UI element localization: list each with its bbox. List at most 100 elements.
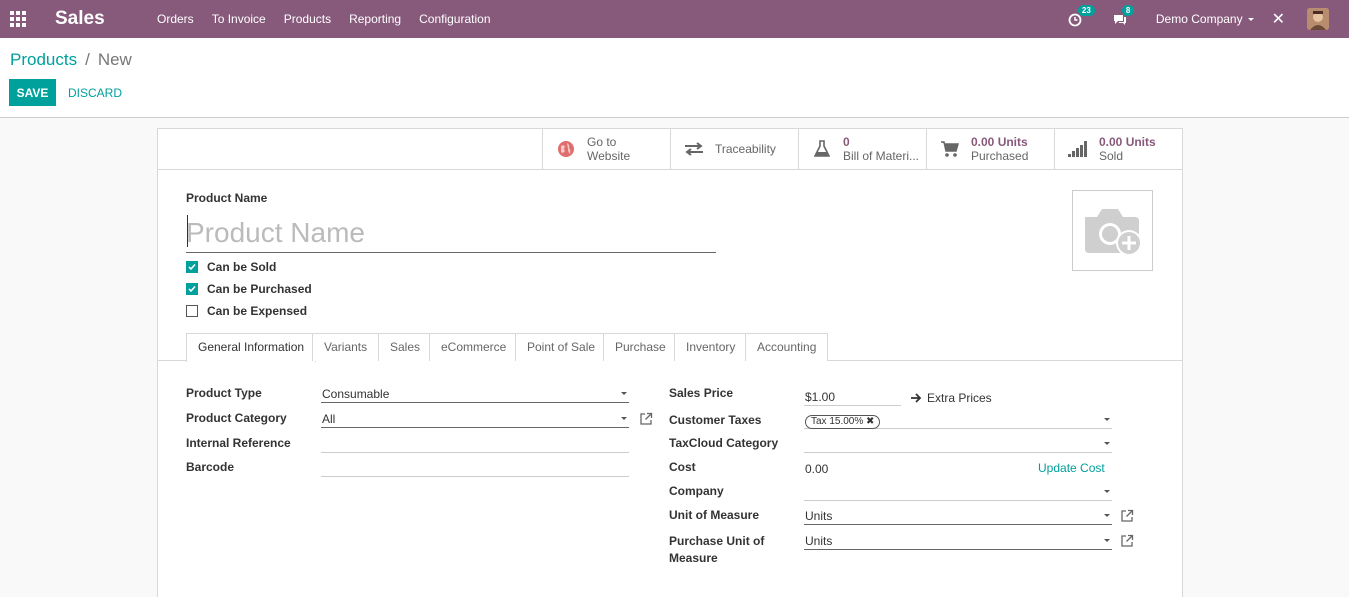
product-form-sheet: Go to Website Traceability 0 Bill of Mater… (157, 128, 1183, 597)
product-type-select[interactable]: Consumable (321, 385, 629, 403)
chevron-down-icon (1104, 514, 1110, 517)
control-panel: Products / New SAVE DISCARD (0, 38, 1349, 118)
tab-ecommerce[interactable]: eCommerce (429, 333, 519, 361)
purchase-unit-of-measure-label: Purchase Unit of Measure (669, 533, 764, 567)
cart-icon (939, 139, 961, 159)
chevron-down-icon (1104, 490, 1110, 493)
activity-badge: 23 (1077, 5, 1095, 16)
breadcrumb-current: New (97, 50, 132, 69)
save-button[interactable]: SAVE (9, 79, 56, 106)
unit-of-measure-label: Unit of Measure (669, 508, 760, 522)
can-be-sold-checkbox[interactable] (186, 261, 198, 273)
arrow-right-icon (911, 393, 922, 403)
product-name-input[interactable] (186, 213, 716, 253)
menu-configuration[interactable]: Configuration (419, 12, 490, 26)
product-image-upload[interactable] (1072, 190, 1153, 271)
go-to-website-button[interactable]: Go to Website (542, 129, 670, 169)
tab-inventory[interactable]: Inventory (674, 333, 748, 361)
tax-tag-label: Tax 15.00% (811, 416, 864, 427)
can-be-expensed-row[interactable]: Can be Expensed (186, 304, 307, 318)
arrows-exchange-icon (683, 139, 705, 159)
company-select[interactable] (804, 483, 1112, 501)
barcode-label: Barcode (186, 460, 235, 474)
can-be-sold-label: Can be Sold (207, 260, 277, 274)
close-icon[interactable]: ✕ (1272, 9, 1285, 29)
menu-to-invoice[interactable]: To Invoice (212, 12, 266, 26)
internal-reference-label: Internal Reference (186, 436, 291, 450)
sales-price-label: Sales Price (669, 386, 734, 400)
text-cursor (187, 215, 188, 247)
chevron-down-icon (1104, 418, 1110, 421)
chevron-down-icon (1104, 539, 1110, 542)
product-category-value: All (322, 412, 336, 426)
sold-label: Sold (1099, 149, 1124, 163)
navbar-right: 23 8 Demo Company ✕ (1068, 0, 1349, 38)
close-icon[interactable]: ✖ (866, 416, 874, 427)
barcode-input[interactable] (321, 459, 629, 477)
external-link-icon[interactable] (1120, 534, 1134, 548)
internal-reference-input[interactable] (321, 435, 629, 453)
update-cost-button[interactable]: Update Cost (1038, 461, 1105, 475)
tab-general-information[interactable]: General Information (186, 333, 317, 362)
product-name-label: Product Name (186, 191, 268, 205)
main-menu: Orders To Invoice Products Reporting Con… (157, 12, 509, 26)
purchase-uom-label-line2: Measure (669, 551, 718, 565)
activity-button[interactable]: 23 (1068, 5, 1095, 29)
sold-value: 0.00 Units (1099, 135, 1156, 149)
menu-reporting[interactable]: Reporting (349, 12, 401, 26)
company-switcher[interactable]: Demo Company (1156, 12, 1254, 26)
discard-button[interactable]: DISCARD (68, 86, 122, 100)
tab-sales[interactable]: Sales (378, 333, 433, 361)
apps-grid-icon[interactable] (10, 11, 26, 27)
can-be-expensed-label: Can be Expensed (207, 304, 308, 318)
app-title[interactable]: Sales (55, 8, 155, 30)
can-be-purchased-checkbox[interactable] (186, 283, 198, 295)
website-line1: Go to (587, 135, 617, 149)
avatar[interactable] (1307, 8, 1329, 30)
tab-point-of-sale[interactable]: Point of Sale (515, 333, 608, 361)
traceability-label: Traceability (715, 142, 776, 156)
menu-orders[interactable]: Orders (157, 12, 194, 26)
sold-button[interactable]: 0.00 Units Sold (1054, 129, 1182, 169)
product-type-label: Product Type (186, 386, 262, 400)
user-avatar-icon (1307, 8, 1329, 30)
sales-price-value: $1.00 (805, 390, 836, 404)
cost-label: Cost (669, 460, 696, 474)
product-category-label: Product Category (186, 411, 287, 425)
customer-taxes-select[interactable]: Tax 15.00% ✖ (804, 411, 1112, 429)
breadcrumb-products[interactable]: Products (10, 50, 77, 69)
can-be-expensed-checkbox[interactable] (186, 305, 198, 317)
can-be-sold-row[interactable]: Can be Sold (186, 260, 276, 274)
taxcloud-category-select[interactable] (804, 435, 1112, 453)
external-link-icon[interactable] (639, 412, 653, 426)
traceability-button[interactable]: Traceability (670, 129, 798, 169)
globe-icon (555, 139, 577, 159)
bom-count: 0 (843, 135, 850, 149)
purchase-uom-label-line1: Purchase Unit of (669, 534, 765, 548)
can-be-purchased-row[interactable]: Can be Purchased (186, 282, 312, 296)
purchase-unit-of-measure-select[interactable]: Units (804, 532, 1112, 550)
taxcloud-category-label: TaxCloud Category (669, 436, 779, 450)
tab-variants[interactable]: Variants (312, 333, 380, 361)
company-name: Demo Company (1155, 12, 1243, 26)
messages-button[interactable]: 8 (1112, 5, 1135, 29)
unit-of-measure-select[interactable]: Units (804, 507, 1112, 525)
chevron-down-icon (621, 392, 627, 395)
product-category-select[interactable]: All (321, 410, 629, 428)
purchased-button[interactable]: 0.00 Units Purchased (926, 129, 1054, 169)
extra-prices-label: Extra Prices (927, 391, 992, 405)
check-icon (188, 285, 196, 293)
external-link-icon[interactable] (1120, 509, 1134, 523)
tab-purchase[interactable]: Purchase (603, 333, 678, 361)
sales-price-input[interactable]: $1.00 (804, 388, 901, 406)
extra-prices-button[interactable]: Extra Prices (911, 391, 992, 405)
flask-icon (811, 139, 833, 159)
purchased-label: Purchased (971, 149, 1029, 163)
website-line2: Website (587, 149, 631, 163)
smart-button-bar: Go to Website Traceability 0 Bill of Mater… (158, 129, 1182, 170)
bill-of-materials-button[interactable]: 0 Bill of Materi... (798, 129, 926, 169)
chevron-down-icon (621, 417, 627, 420)
menu-products[interactable]: Products (284, 12, 331, 26)
tab-accounting[interactable]: Accounting (745, 333, 829, 361)
product-type-value: Consumable (322, 387, 390, 401)
